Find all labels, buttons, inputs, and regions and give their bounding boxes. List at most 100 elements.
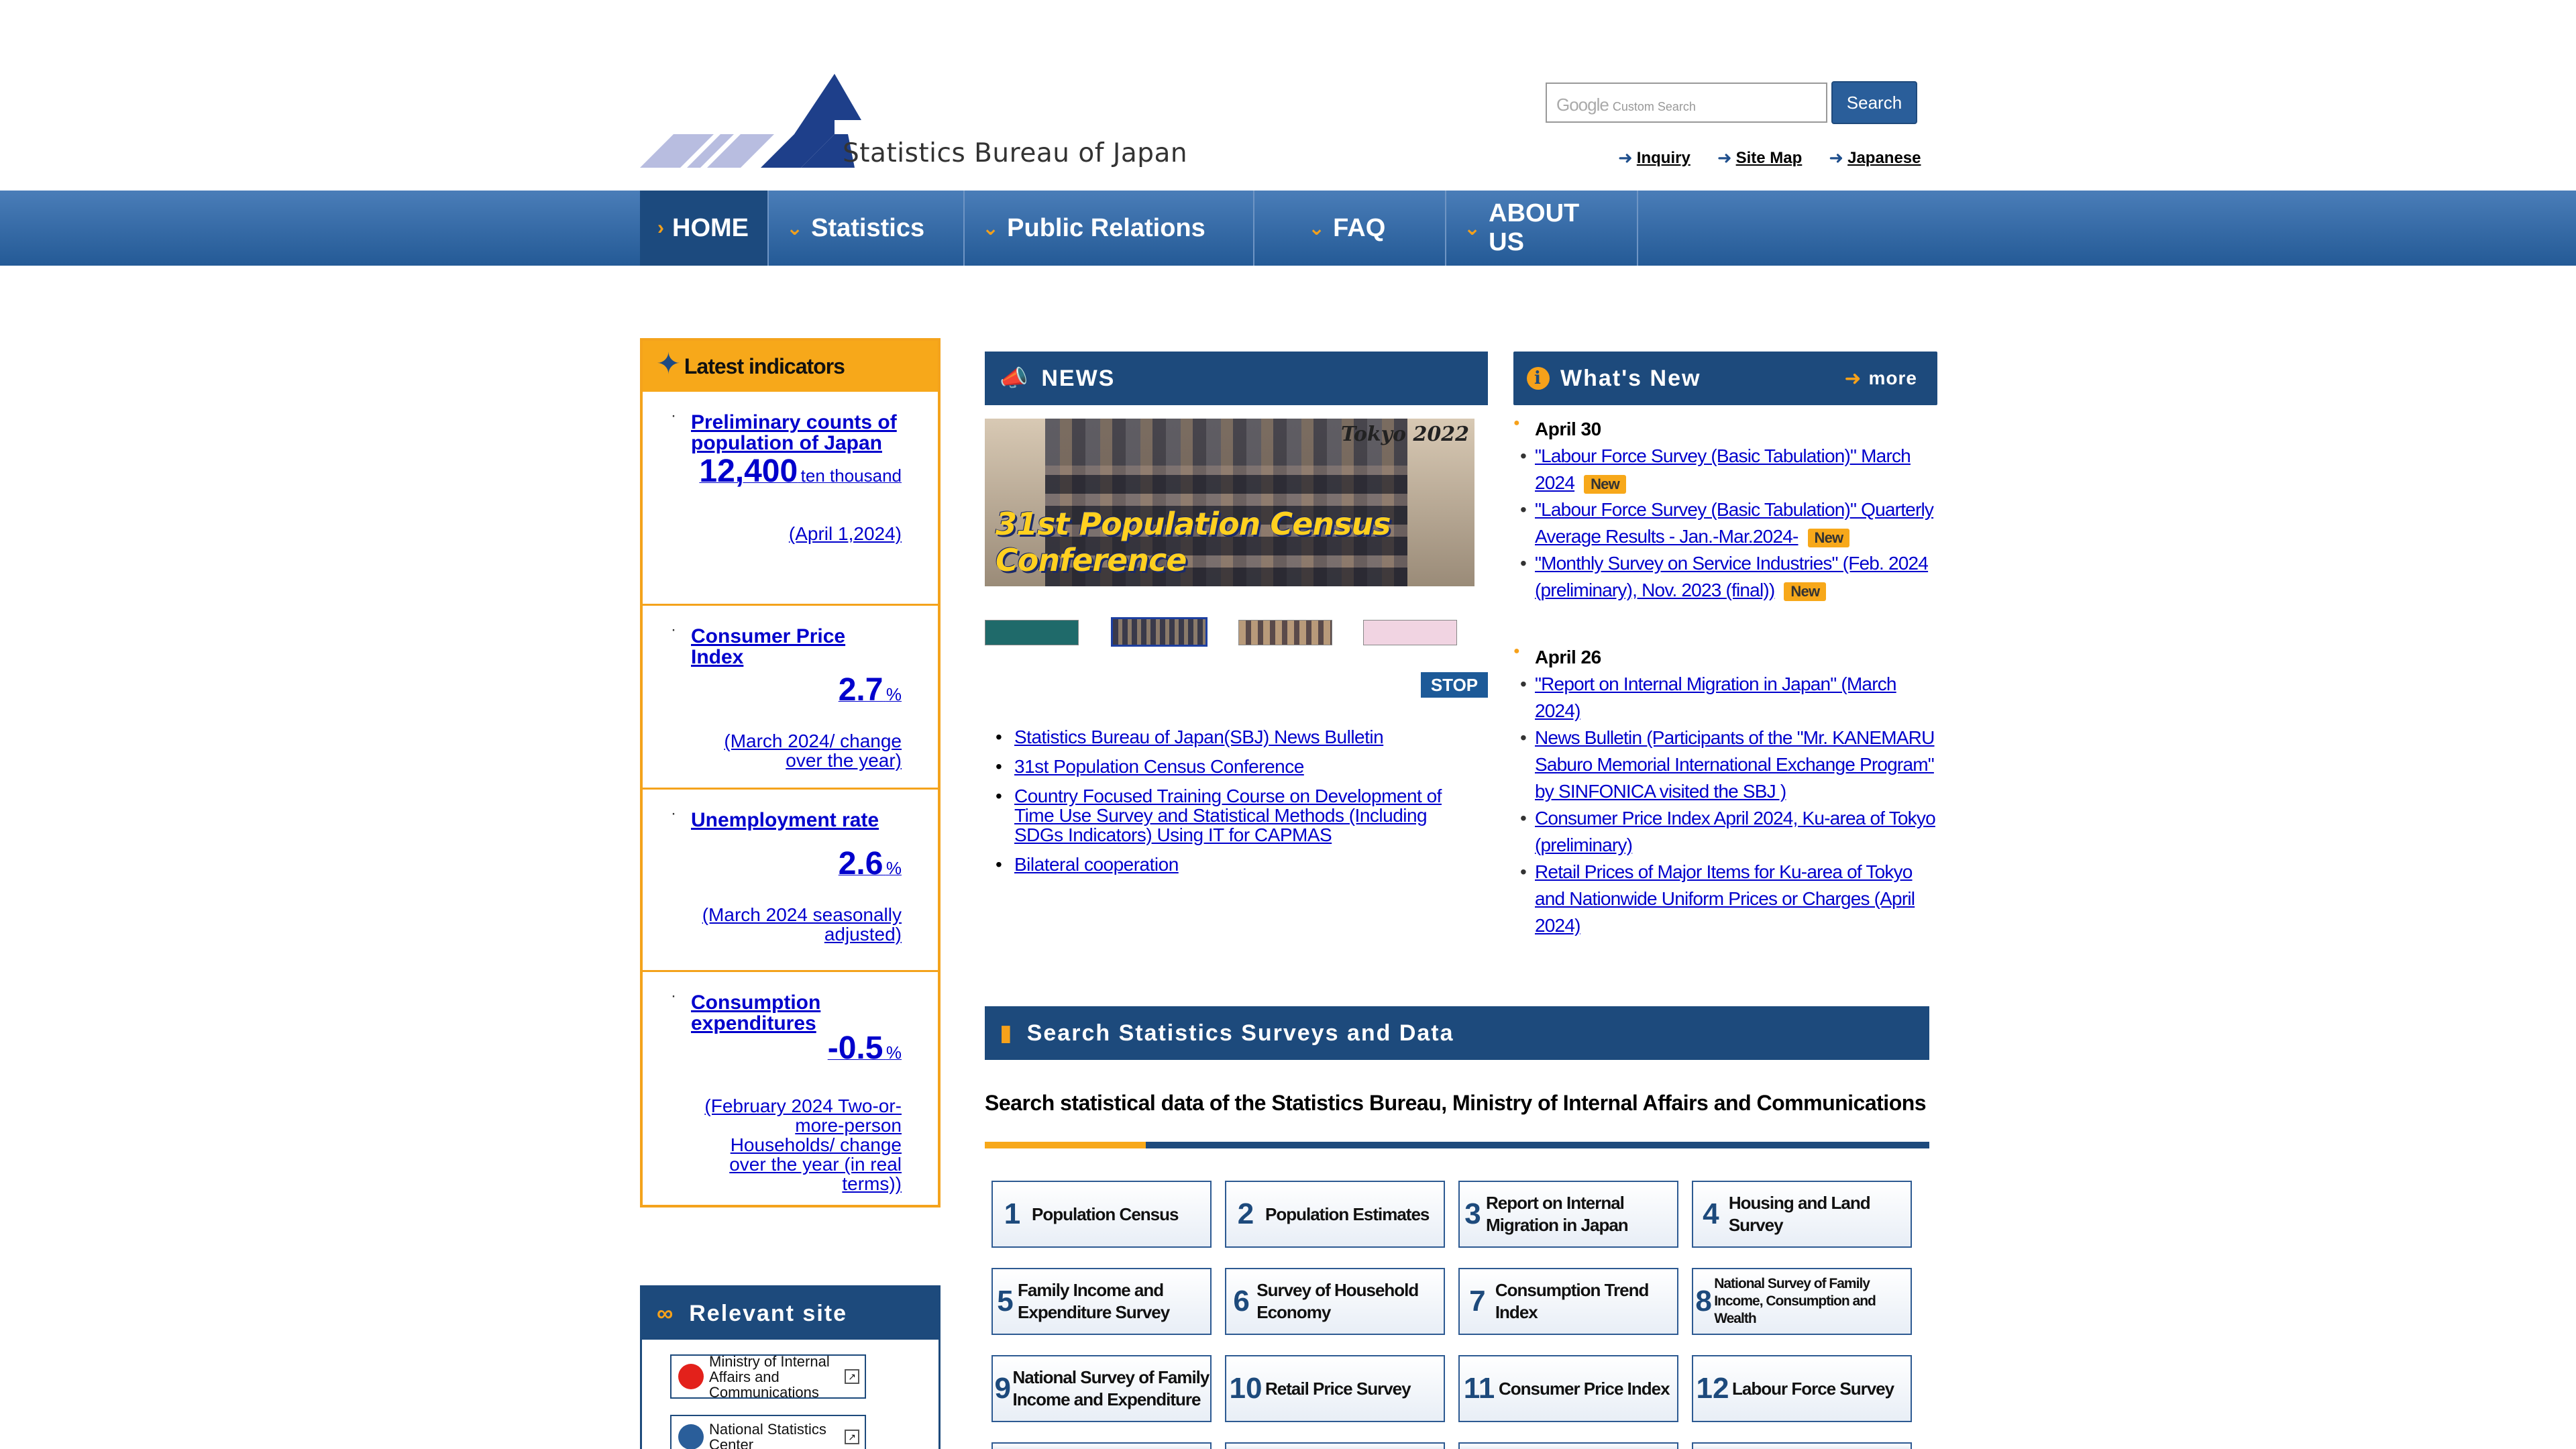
survey-button-national-survey-expenditure[interactable]: 9 National Survey of Family Income and Ex… — [991, 1355, 1212, 1422]
indicator-unemployment[interactable]: · Unemployment rate 2.6 % (March 2024 se… — [643, 788, 938, 970]
survey-number: 12 — [1696, 1372, 1729, 1405]
survey-button-family-income[interactable]: 5 Family Income and Expenditure Survey — [991, 1268, 1212, 1335]
indicator-title[interactable]: Consumer Price Index — [691, 626, 902, 667]
indicator-value-row[interactable]: -0.5 % — [691, 1030, 902, 1067]
slide-thumb-census-conference[interactable] — [1111, 617, 1208, 647]
nav-home[interactable]: › HOME — [640, 191, 769, 266]
inquiry-link-wrap[interactable]: ➜ Inquiry — [1618, 148, 1690, 168]
indicator-value-row[interactable]: 2.7 % — [691, 672, 902, 708]
survey-button-household-economy[interactable]: 6 Survey of Household Economy — [1225, 1268, 1445, 1335]
main-nav: › HOME ⌄ Statistics ⌄ Public Relations ⌄ FAQ… — [0, 191, 2576, 266]
news-link[interactable]: Statistics Bureau of Japan(SBJ) News Bul… — [1014, 727, 1384, 747]
megaphone-icon: 📣 — [1000, 366, 1030, 391]
survey-number: 2 — [1237, 1197, 1254, 1230]
sitemap-link[interactable]: Site Map — [1736, 149, 1803, 168]
news-banner-slide[interactable]: Tokyo 2022 31st Population Census Confer… — [985, 419, 1474, 586]
whats-new-link[interactable]: "Monthly Survey on Service Industries" (… — [1535, 553, 1929, 600]
inquiry-link[interactable]: Inquiry — [1637, 149, 1690, 168]
survey-label: Survey of Household Economy — [1256, 1280, 1419, 1322]
whats-new-date: April 30 — [1513, 417, 1937, 440]
survey-button-population-census[interactable]: 1 Population Census — [991, 1181, 1212, 1248]
relevant-link-label: Ministry of Internal Affairs and Communi… — [709, 1352, 830, 1401]
news-link[interactable]: 31st Population Census Conference — [1014, 756, 1304, 777]
whats-new-link[interactable]: News Bulletin (Participants of the "Mr. … — [1535, 727, 1935, 802]
news-link[interactable]: Country Focused Training Course on Devel… — [1014, 786, 1442, 845]
relevant-link-mic[interactable]: Ministry of Internal Affairs and Communi… — [670, 1352, 866, 1401]
slideshow-stop-button[interactable]: STOP — [1421, 672, 1488, 698]
chevron-down-icon: ⌄ — [786, 217, 804, 239]
sitemap-link-wrap[interactable]: ➜ Site Map — [1717, 148, 1802, 168]
survey-button-consumption-trend[interactable]: 7 Consumption Trend Index — [1458, 1268, 1678, 1335]
latest-indicators-header: ✦ Latest indicators — [643, 341, 938, 392]
search-button[interactable]: Search — [1831, 81, 1917, 124]
slide-thumb-bilateral[interactable] — [1363, 620, 1457, 645]
relevant-site-panel: ∞ Relevant site Ministry of Internal Affa… — [640, 1285, 941, 1449]
japanese-link-wrap[interactable]: ➜ Japanese — [1829, 148, 1921, 168]
slide-thumb-training-course[interactable] — [1238, 620, 1332, 645]
survey-button-partial[interactable] — [1458, 1442, 1678, 1449]
search-input[interactable]: Google Custom Search — [1546, 83, 1827, 123]
japanese-link[interactable]: Japanese — [1847, 149, 1921, 168]
indicator-cpi[interactable]: · Consumer Price Index 2.7 % (March 2024… — [643, 604, 938, 788]
news-item: Statistics Bureau of Japan(SBJ) News Bul… — [996, 727, 1479, 747]
slide-thumb-news-bulletin[interactable] — [985, 620, 1079, 645]
survey-label: Housing and Land Survey — [1728, 1193, 1871, 1235]
survey-label: Consumer Price Index — [1499, 1378, 1670, 1399]
indicator-date[interactable]: (March 2024/ change over the year) — [691, 731, 902, 770]
nav-public-relations-label: Public Relations — [1007, 213, 1205, 242]
relevant-link-nstac[interactable]: National Statistics Center ↗ — [670, 1415, 866, 1449]
whats-new-link[interactable]: Consumer Price Index April 2024, Ku-area… — [1535, 808, 1936, 855]
arrow-right-icon: ➜ — [1717, 148, 1732, 168]
survey-button-retail-price[interactable]: 10 Retail Price Survey — [1225, 1355, 1445, 1422]
nav-about-us[interactable]: ⌄ ABOUT US — [1446, 191, 1638, 266]
indicator-value-row[interactable]: 12,400 ten thousand — [691, 455, 902, 494]
survey-label: National Survey of Family Income and Exp… — [1012, 1367, 1210, 1409]
ministry-emblem-icon — [678, 1364, 704, 1389]
nav-statistics[interactable]: ⌄ Statistics — [769, 191, 965, 266]
indicator-consumption[interactable]: · Consumption expenditures -0.5 % (Febru… — [643, 970, 938, 1198]
indicator-population[interactable]: · Preliminary counts of population of Ja… — [643, 392, 938, 604]
whats-new-more-link[interactable]: ➜ more — [1844, 367, 1917, 390]
new-badge: New — [1784, 582, 1827, 601]
indicator-unit: % — [885, 684, 902, 704]
indicator-title[interactable]: Consumption expenditures — [691, 992, 902, 1034]
news-item: Country Focused Training Course on Devel… — [996, 786, 1479, 845]
survey-button-population-estimates[interactable]: 2 Population Estimates — [1225, 1181, 1445, 1248]
indicator-date[interactable]: (April 1,2024) — [691, 524, 902, 543]
survey-button-cpi[interactable]: 11 Consumer Price Index — [1458, 1355, 1678, 1422]
banner-year: Tokyo 2022 — [1340, 423, 1469, 446]
survey-button-housing-land[interactable]: 4 Housing and Land Survey — [1692, 1181, 1912, 1248]
nav-public-relations[interactable]: ⌄ Public Relations — [965, 191, 1254, 266]
survey-button-partial[interactable] — [1225, 1442, 1445, 1449]
search-stats-title: Search Statistics Surveys and Data — [1026, 1020, 1454, 1046]
latest-indicators-panel: ✦ Latest indicators · Preliminary counts … — [640, 338, 941, 1208]
whats-new-link[interactable]: Retail Prices of Major Items for Ku-area… — [1535, 861, 1915, 936]
indicator-date[interactable]: (February 2024 Two-or-more-person Househ… — [691, 1096, 902, 1193]
relevant-site-header: ∞ Relevant site — [642, 1287, 938, 1340]
divider — [985, 1142, 1929, 1148]
survey-button-partial[interactable] — [1692, 1442, 1912, 1449]
bullet-dot: · — [671, 987, 676, 1005]
survey-button-labour-force[interactable]: 12 Labour Force Survey — [1692, 1355, 1912, 1422]
indicator-title[interactable]: Preliminary counts of population of Japa… — [691, 412, 902, 453]
indicator-date[interactable]: (March 2024 seasonally adjusted) — [691, 905, 902, 944]
survey-button-internal-migration[interactable]: 3 Report on Internal Migration in Japan — [1458, 1181, 1678, 1248]
survey-button-national-survey-wealth[interactable]: 8 National Survey of Family Income, Consu… — [1692, 1268, 1912, 1335]
survey-number: 1 — [1004, 1197, 1021, 1230]
indicator-title[interactable]: Unemployment rate — [691, 810, 902, 830]
bullet-dot: · — [671, 407, 676, 425]
whats-new-link[interactable]: "Report on Internal Migration in Japan" … — [1535, 674, 1897, 721]
survey-number: 6 — [1233, 1285, 1250, 1318]
indicator-value-row[interactable]: 2.6 % — [691, 845, 902, 882]
arrow-right-icon: ➜ — [1618, 148, 1633, 168]
google-brand-label: Google — [1556, 95, 1609, 115]
survey-number: 9 — [994, 1372, 1011, 1405]
survey-button-partial[interactable] — [991, 1442, 1212, 1449]
news-link[interactable]: Bilateral cooperation — [1014, 854, 1179, 875]
chevron-down-icon: ⌄ — [1308, 217, 1326, 239]
nav-faq[interactable]: ⌄ FAQ — [1254, 191, 1446, 266]
survey-number: 3 — [1464, 1197, 1481, 1230]
whats-new-group-april26: April 26 "Report on Internal Migration i… — [1513, 645, 1937, 939]
whats-new-link[interactable]: "Labour Force Survey (Basic Tabulation)"… — [1535, 499, 1934, 547]
search-placeholder-text: Custom Search — [1612, 100, 1696, 113]
